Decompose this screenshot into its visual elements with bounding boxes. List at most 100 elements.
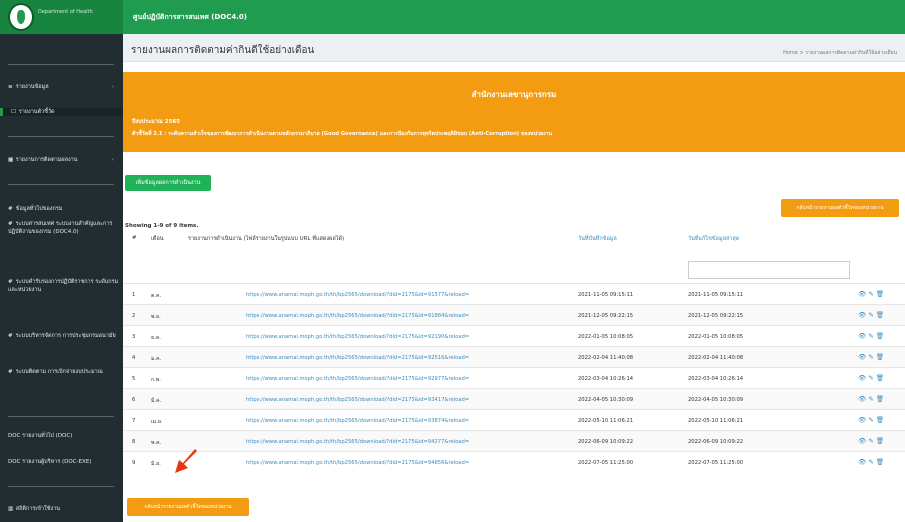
back-to-kpi-button-bottom[interactable]: กลับหน้ารายงานผลตัวชี้วัดของหน่วยงาน [127, 498, 249, 516]
sidebar-divider [8, 486, 114, 487]
row-number: 7 [132, 418, 136, 424]
sidebar-divider [8, 136, 114, 137]
filter-input-updated[interactable] [688, 261, 850, 279]
banner-title: สำนักงานเลขานุการกรม [471, 90, 557, 99]
report-url-link[interactable]: https://www.anamai.moph.go.th/th/bp2565/… [246, 292, 469, 298]
sidebar-item-doc-general[interactable]: DOC รายงานทั่วไป (DOC) [8, 432, 120, 440]
row-actions[interactable]: 👁 ✎ 🗑 [858, 353, 884, 361]
row-actions[interactable]: 👁 ✎ 🗑 [858, 458, 884, 466]
row-month: เม.ย. [151, 419, 163, 425]
app-title: ศูนย์ปฏิบัติการสารสนเทศ (DOC4.0) [133, 13, 247, 21]
report-url-link[interactable]: https://www.anamai.moph.go.th/th/bp2565/… [246, 313, 469, 319]
table-row: 8 พ.ค. https://www.anamai.moph.go.th/th/bp… [123, 430, 905, 451]
row-number: 8 [132, 439, 136, 445]
grid-icon: ▦ [8, 157, 14, 163]
table-row: 6 มี.ค. https://www.anamai.moph.go.th/th/b… [123, 388, 905, 409]
sidebar-item-label: รายงานข้อมูล [15, 84, 49, 90]
list-icon: ≡ [8, 84, 13, 90]
table-row: 1 ต.ค. https://www.anamai.moph.go.th/th/bp… [123, 283, 905, 304]
logo-area[interactable]: Department of Health [0, 0, 123, 34]
report-url-link[interactable]: https://www.anamai.moph.go.th/th/bp2565/… [246, 439, 469, 445]
row-month: ต.ค. [151, 293, 162, 299]
row-actions[interactable]: 👁 ✎ 🗑 [858, 437, 884, 445]
column-header-updated[interactable]: วันที่แก้ไขข้อมูลล่าสุด [688, 235, 739, 243]
sidebar-item-performance[interactable]: # ระบบคำรับรองการปฏิบัติราชการ ระดับกรมแ… [8, 278, 120, 294]
report-url-link[interactable]: https://www.anamai.moph.go.th/th/bp2565/… [246, 418, 469, 424]
sidebar-item-doc-executive[interactable]: DOC รายงานผู้บริหาร (DOC-EXE) [8, 458, 120, 466]
sidebar: ≡ รายงานข้อมูล ‹ ☐ รายงานตัวชี้วัด ▦ ราย… [0, 34, 123, 522]
back-to-kpi-button[interactable]: กลับหน้ารายงานผลตัวชี้วัดของหน่วยงาน [781, 199, 899, 217]
row-updated-date: 2021-11-05 09:15:11 [688, 292, 744, 298]
row-number: 2 [132, 313, 136, 319]
hash-icon: # [8, 206, 13, 212]
row-number: 1 [132, 292, 136, 298]
row-number: 3 [132, 334, 136, 340]
sidebar-item-label: รายงานการติดตามผลงาน [15, 157, 78, 163]
row-updated-date: 2022-06-09 10:09:22 [688, 439, 744, 445]
row-month: พ.ค. [151, 440, 162, 446]
row-created-date: 2022-06-09 10:09:22 [578, 439, 634, 445]
report-url-link[interactable]: https://www.anamai.moph.go.th/th/bp2565/… [246, 460, 469, 466]
column-header-month: เดือน [151, 236, 164, 242]
chevron-left-icon: ‹ [111, 84, 114, 90]
row-month: มิ.ย. [151, 461, 161, 467]
row-updated-date: 2022-01-05 10:08:05 [688, 334, 744, 340]
sidebar-item-statistics[interactable]: ▥ สถิติการเข้าใช้งาน [8, 505, 120, 513]
row-created-date: 2022-05-10 11:06:21 [578, 418, 634, 424]
table-row: 7 เม.ย. https://www.anamai.moph.go.th/th/b… [123, 409, 905, 430]
table-summary: Showing 1-9 of 9 items. [125, 223, 199, 229]
report-url-link[interactable]: https://www.anamai.moph.go.th/th/bp2565/… [246, 334, 469, 340]
sidebar-item-label: ระบบบริหารจัดการ การประชุมกรมอนามัย [15, 333, 116, 339]
add-report-button[interactable]: เพิ่มข้อมูลผลการดำเนินงาน [125, 175, 211, 191]
report-url-link[interactable]: https://www.anamai.moph.go.th/th/bp2565/… [246, 376, 469, 382]
sidebar-divider [8, 184, 114, 185]
table-header: # เดือน รายงานการดำเนินงาน (ไฟล์รายงานใน… [123, 233, 905, 257]
row-updated-date: 2022-03-04 10:26:14 [688, 376, 744, 382]
hash-icon: # [8, 333, 13, 339]
sidebar-item-general-info[interactable]: # ข้อมูลทั่วไปของกรม [8, 205, 120, 213]
row-actions[interactable]: 👁 ✎ 🗑 [858, 416, 884, 424]
annotation-arrow-icon [175, 449, 197, 473]
sidebar-item-label: สถิติการเข้าใช้งาน [15, 506, 61, 512]
report-url-link[interactable]: https://www.anamai.moph.go.th/th/bp2565/… [246, 355, 469, 361]
sidebar-divider [8, 416, 114, 417]
column-header-created[interactable]: วันที่บันทึกข้อมูล [578, 235, 617, 243]
sidebar-item-doc-system[interactable]: # ระบบสารสนเทศ ระบบงานสำคัญและการปฏิบัติ… [8, 220, 120, 236]
breadcrumb[interactable]: Home > รายงานผลการติดตามค่ากินดีใช้อย่าง… [783, 49, 897, 57]
row-month: มี.ค. [151, 398, 162, 404]
table-rows: 1 ต.ค. https://www.anamai.moph.go.th/th/bp… [123, 283, 905, 473]
logo-text: Department of Health [38, 9, 93, 15]
sidebar-item-meetings[interactable]: # ระบบบริหารจัดการ การประชุมกรมอนามัย [8, 332, 120, 340]
department-logo [8, 3, 34, 31]
sidebar-item-label: ระบบติดตาม การเบิกจ่ายงบประมาณ [15, 369, 103, 375]
sidebar-divider [8, 64, 114, 65]
row-created-date: 2022-07-05 11:25:00 [578, 460, 634, 466]
row-created-date: 2022-04-05 10:30:09 [578, 397, 634, 403]
row-actions[interactable]: 👁 ✎ 🗑 [858, 290, 884, 298]
fiscal-year-label: ปีงบประมาณ 2565 [132, 119, 181, 125]
row-actions[interactable]: 👁 ✎ 🗑 [858, 311, 884, 319]
square-icon: ☐ [11, 109, 16, 115]
column-header-num: # [132, 235, 137, 241]
kpi-description: ตัวชี้วัดที่ 2.1 : ระดับความสำเร็จของการ… [132, 131, 553, 137]
sidebar-item-budget[interactable]: # ระบบติดตาม การเบิกจ่ายงบประมาณ [8, 368, 120, 376]
row-number: 4 [132, 355, 136, 361]
sidebar-item-tracking[interactable]: ▦ รายงานการติดตามผลงาน ‹ [8, 156, 120, 164]
row-updated-date: 2022-07-05 11:25:00 [688, 460, 744, 466]
row-actions[interactable]: 👁 ✎ 🗑 [858, 395, 884, 403]
row-actions[interactable]: 👁 ✎ 🗑 [858, 332, 884, 340]
row-updated-date: 2022-04-05 10:30:09 [688, 397, 744, 403]
row-number: 6 [132, 397, 136, 403]
department-banner: สำนักงานเลขานุการกรม ปีงบประมาณ 2565 ตัว… [123, 72, 905, 152]
table-row: 9 มิ.ย. https://www.anamai.moph.go.th/th/b… [123, 451, 905, 472]
sidebar-item-label: DOC รายงานผู้บริหาร (DOC-EXE) [8, 459, 92, 465]
row-created-date: 2022-03-04 10:26:14 [578, 376, 634, 382]
sidebar-item-label: ข้อมูลทั่วไปของกรม [15, 206, 63, 212]
sidebar-item-kpi-report[interactable]: ☐ รายงานตัวชี้วัด [0, 108, 123, 116]
row-month: พ.ย. [151, 314, 161, 320]
row-actions[interactable]: 👁 ✎ 🗑 [858, 374, 884, 382]
content-header: รายงานผลการติดตามค่ากินดีใช้อย่างเดือน H… [123, 34, 905, 62]
report-url-link[interactable]: https://www.anamai.moph.go.th/th/bp2565/… [246, 397, 469, 403]
sidebar-item-reports[interactable]: ≡ รายงานข้อมูล ‹ [8, 83, 120, 91]
sidebar-item-label: รายงานตัวชี้วัด [18, 109, 55, 115]
